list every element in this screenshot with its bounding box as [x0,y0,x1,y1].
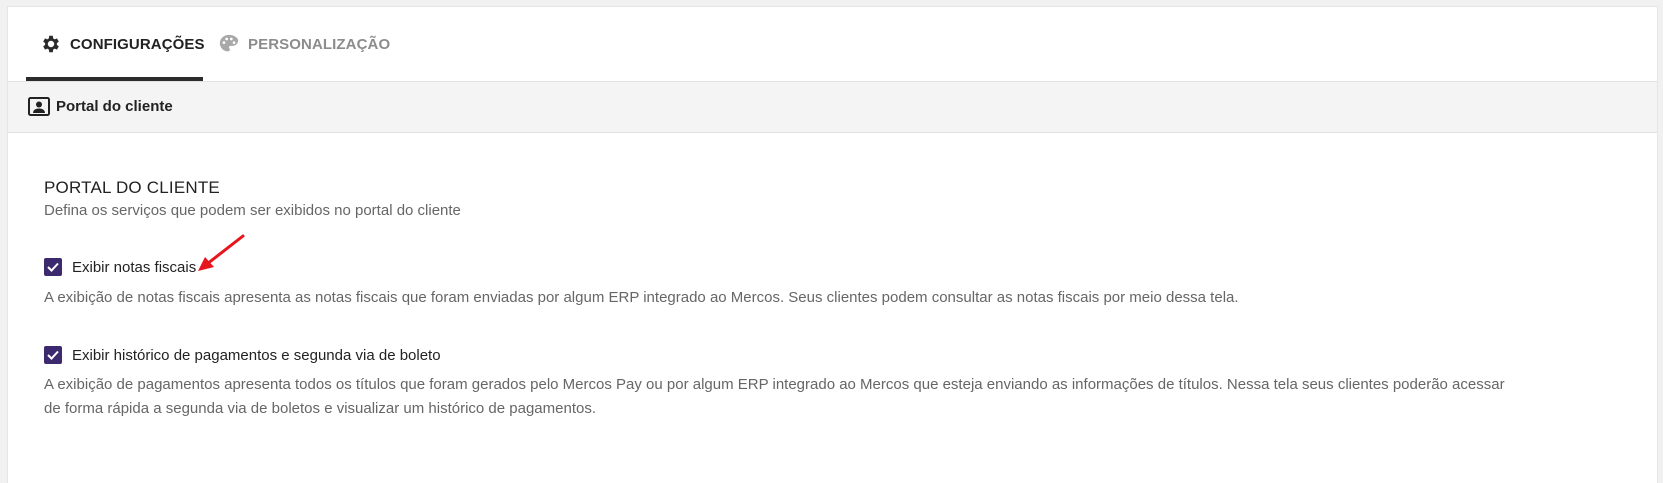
notas-fiscais-label[interactable]: Exibir notas fiscais [72,259,196,276]
portrait-icon [28,97,50,116]
section-header-title: Portal do cliente [56,98,173,115]
tab-bar: CONFIGURAÇÕES PERSONALIZAÇÃO [8,7,1657,82]
annotation-arrow-icon [198,234,245,271]
notas-fiscais-checkbox[interactable] [44,258,62,276]
page-title: PORTAL DO CLIENTE [44,178,220,197]
tab-configuracoes[interactable]: CONFIGURAÇÕES [40,7,205,81]
active-tab-indicator [26,77,203,81]
historico-pagamentos-checkbox[interactable] [44,346,62,364]
tab-personalizacao-label: PERSONALIZAÇÃO [248,35,391,53]
checkmark-icon [47,350,59,360]
tab-personalizacao[interactable]: PERSONALIZAÇÃO [218,7,390,81]
tab-configuracoes-label: CONFIGURAÇÕES [70,35,205,53]
gear-icon [43,35,59,53]
settings-card: CONFIGURAÇÕES PERSONALIZAÇÃO Portal do c… [8,7,1657,483]
option-exibir-notas-fiscais: Exibir notas fiscais [44,258,196,276]
checkmark-icon [47,262,59,272]
option-exibir-historico-pagamentos: Exibir histórico de pagamentos e segunda… [44,346,441,364]
historico-pagamentos-description: A exibição de pagamentos apresenta todos… [44,376,1505,417]
page-subtitle: Defina os serviços que podem ser exibido… [44,202,461,219]
notas-fiscais-description: A exibição de notas fiscais apresenta as… [44,289,1239,306]
palette-icon [219,34,239,52]
historico-pagamentos-label[interactable]: Exibir histórico de pagamentos e segunda… [72,347,441,364]
section-header: Portal do cliente [8,82,1657,133]
